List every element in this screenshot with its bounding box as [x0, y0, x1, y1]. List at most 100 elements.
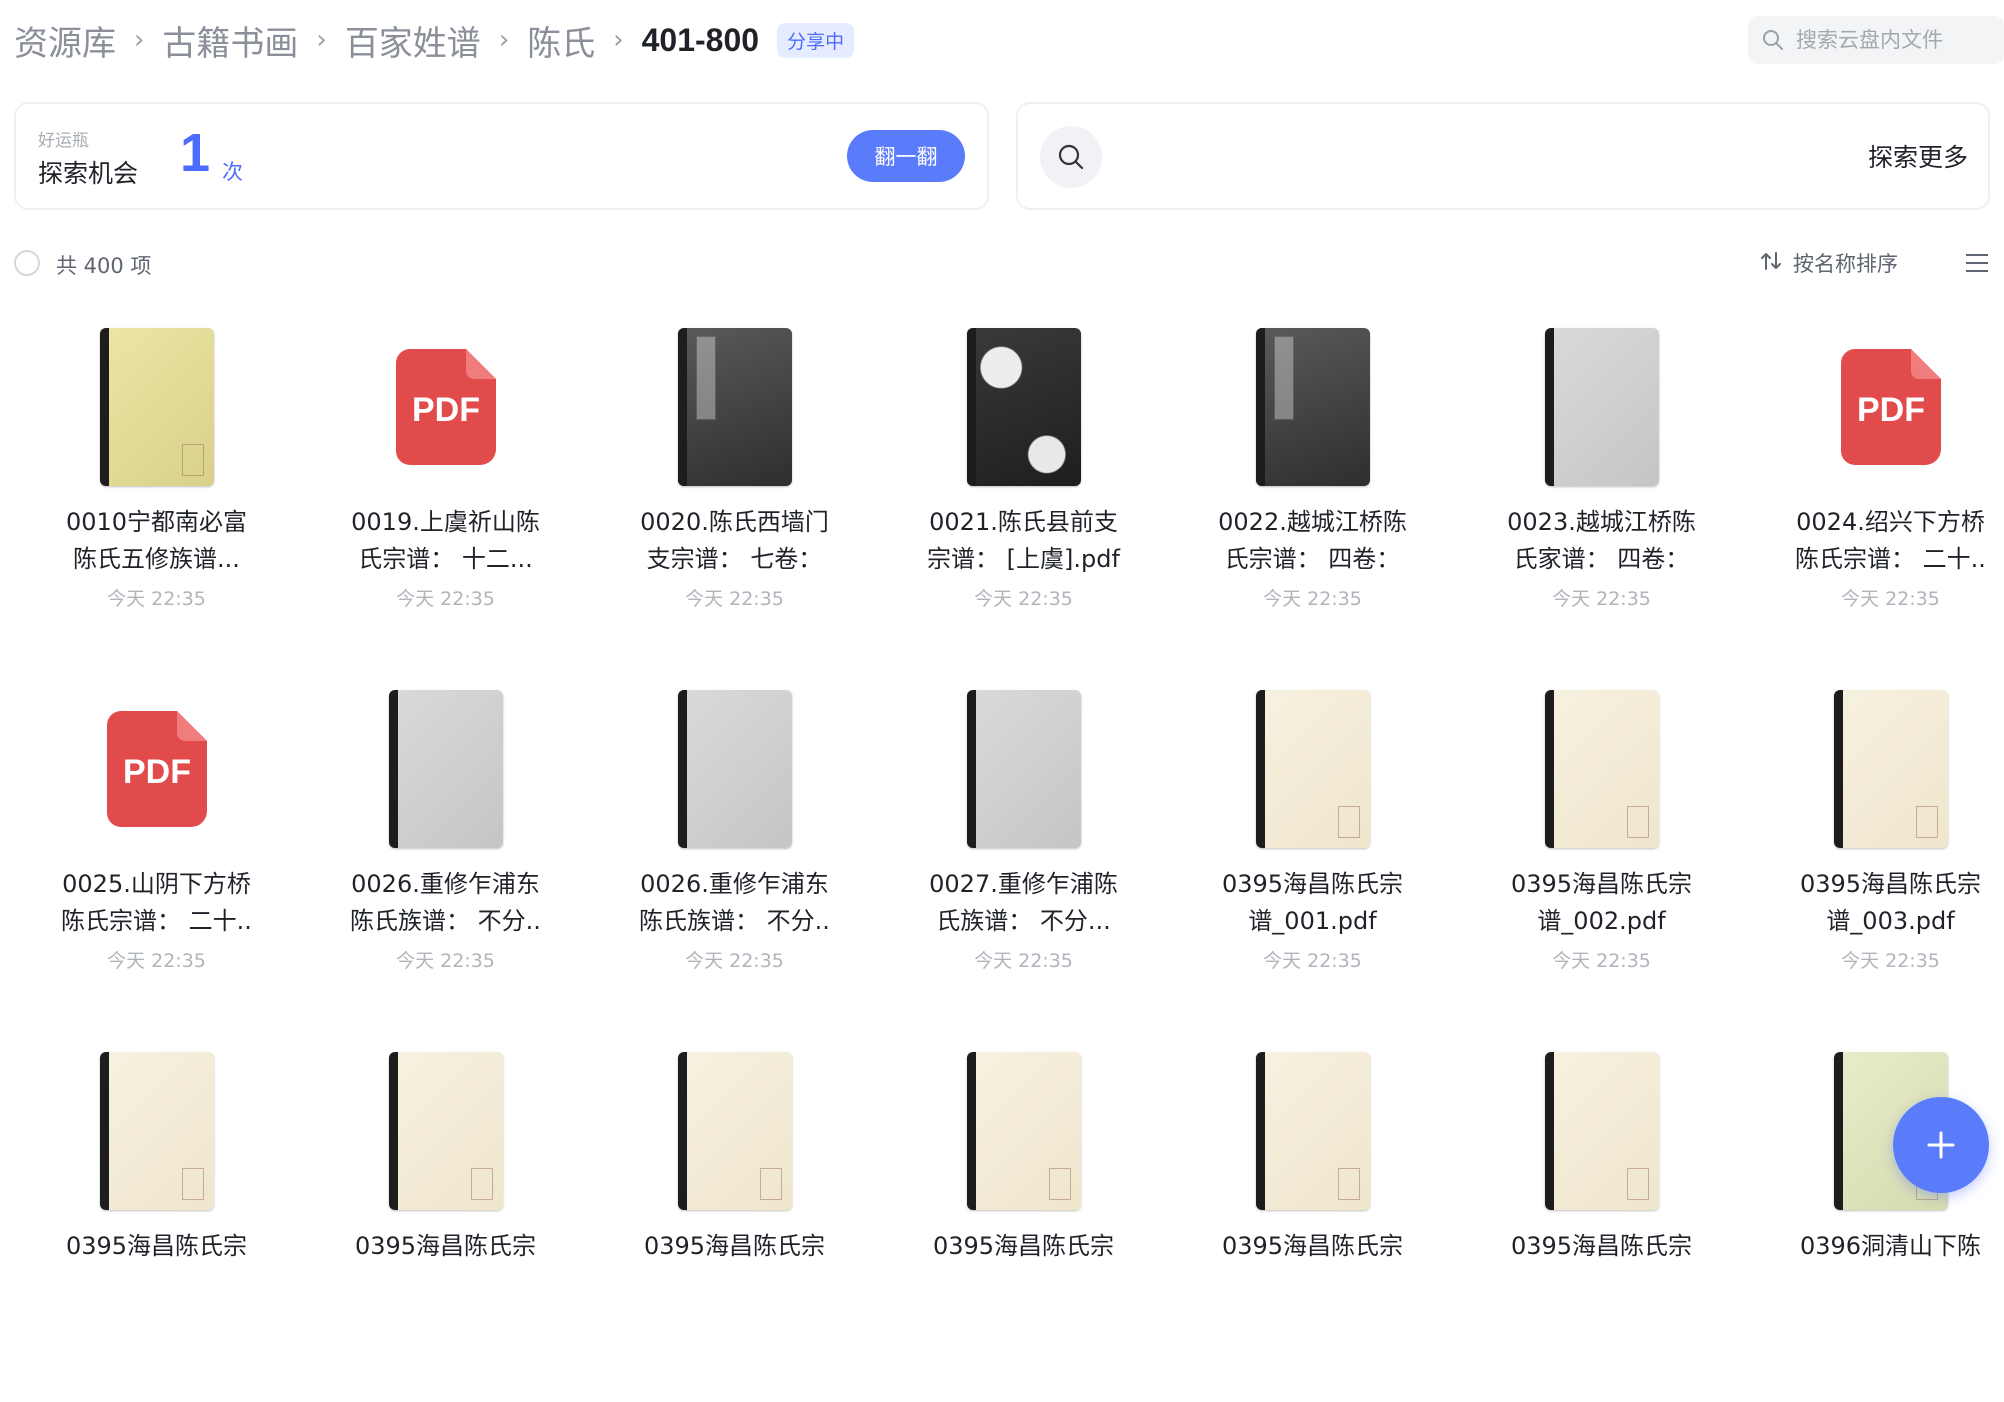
file-item[interactable]: 0023.越城江桥陈氏家谱： 四卷： .. 今天 22:35 [1457, 316, 1746, 678]
file-item[interactable]: 0395海昌陈氏宗 [590, 1040, 879, 1402]
search-input[interactable] [1794, 27, 1988, 53]
file-thumbnail[interactable] [1746, 678, 2004, 860]
file-thumbnail[interactable] [1457, 316, 1746, 498]
file-name[interactable]: 0023.越城江桥陈氏家谱： 四卷： .. [1504, 504, 1700, 578]
file-name[interactable]: 0395海昌陈氏宗 [637, 1228, 833, 1302]
file-name[interactable]: 0020.陈氏西墙门支宗谱： 七卷： .. [637, 504, 833, 578]
file-item[interactable]: 0395海昌陈氏宗谱_003.pdf 今天 22:35 [1746, 678, 2004, 1040]
file-name[interactable]: 0021.陈氏县前支宗谱： [上虞].pdf [926, 504, 1122, 578]
select-all-checkbox[interactable] [14, 250, 40, 276]
file-name[interactable]: 0026.重修乍浦东陈氏族谱： 不分.. [637, 866, 833, 940]
document-thumbnail-image [966, 328, 1081, 486]
explore-chance-count: 1 [180, 123, 211, 183]
file-item[interactable]: 0395海昌陈氏宗 [12, 1040, 301, 1402]
file-item[interactable]: 0021.陈氏县前支宗谱： [上虞].pdf 今天 22:35 [879, 316, 1168, 678]
file-item[interactable]: PDF 0025.山阴下方桥陈氏宗谱： 二十.. 今天 22:35 [12, 678, 301, 1040]
file-item[interactable]: 0395海昌陈氏宗 [879, 1040, 1168, 1402]
title-label-strip [1273, 336, 1294, 420]
file-name[interactable]: 0025.山阴下方桥陈氏宗谱： 二十.. [59, 866, 255, 940]
file-thumbnail[interactable] [1168, 316, 1457, 498]
file-name[interactable]: 0395海昌陈氏宗谱_002.pdf [1504, 866, 1700, 940]
file-name[interactable]: 0395海昌陈氏宗 [1215, 1228, 1411, 1302]
file-thumbnail[interactable] [1457, 678, 1746, 860]
breadcrumb-item-chen[interactable]: 陈氏 [527, 16, 595, 65]
file-modified-time: 今天 22:35 [107, 950, 206, 972]
file-item[interactable]: PDF 0024.绍兴下方桥陈氏宗谱： 二十.. 今天 22:35 [1746, 316, 2004, 678]
file-item[interactable]: 0026.重修乍浦东陈氏族谱： 不分.. 今天 22:35 [301, 678, 590, 1040]
view-menu-icon[interactable] [1964, 252, 1990, 278]
file-modified-time: 今天 22:35 [974, 588, 1073, 610]
file-thumbnail[interactable] [301, 1040, 590, 1222]
title-label-strip [695, 336, 716, 420]
file-item[interactable]: 0020.陈氏西墙门支宗谱： 七卷： .. 今天 22:35 [590, 316, 879, 678]
file-thumbnail[interactable]: PDF [301, 316, 590, 498]
file-name[interactable]: 0396洞清山下陈 [1793, 1228, 1989, 1302]
file-item[interactable]: 0395海昌陈氏宗 [1168, 1040, 1457, 1402]
file-thumbnail[interactable] [12, 1040, 301, 1222]
file-thumbnail[interactable] [1168, 678, 1457, 860]
file-thumbnail[interactable] [590, 316, 879, 498]
file-thumbnail[interactable]: PDF [1746, 316, 2004, 498]
sort-by-name-button[interactable]: 按名称排序 [1759, 248, 1898, 278]
document-thumbnail-image [1833, 690, 1948, 848]
file-name[interactable]: 0019.上虞祈山陈氏宗谱： 十二... [348, 504, 544, 578]
breadcrumb-item-ancient-books[interactable]: 古籍书画 [162, 16, 298, 65]
file-modified-time: 今天 22:35 [1841, 950, 1940, 972]
add-button[interactable] [1893, 1097, 1989, 1193]
breadcrumb: 资源库 › 古籍书画 › 百家姓谱 › 陈氏 › 401-800 分享中 [14, 14, 855, 66]
file-thumbnail[interactable] [879, 678, 1168, 860]
seal-stamp [1337, 1168, 1360, 1200]
file-item[interactable]: 0395海昌陈氏宗谱_002.pdf 今天 22:35 [1457, 678, 1746, 1040]
explore-more-card[interactable]: 探索更多 [1016, 102, 1990, 210]
file-name[interactable]: 0027.重修乍浦陈氏族谱： 不分... [926, 866, 1122, 940]
breadcrumb-separator: › [316, 25, 327, 55]
document-thumbnail-image [1544, 1052, 1659, 1210]
file-thumbnail[interactable] [590, 678, 879, 860]
file-thumbnail[interactable] [879, 1040, 1168, 1222]
file-name[interactable]: 0024.绍兴下方桥陈氏宗谱： 二十.. [1793, 504, 1989, 578]
file-item[interactable]: 0027.重修乍浦陈氏族谱： 不分... 今天 22:35 [879, 678, 1168, 1040]
file-item[interactable]: 0026.重修乍浦东陈氏族谱： 不分.. 今天 22:35 [590, 678, 879, 1040]
file-item[interactable]: 0010宁都南必富陈氏五修族谱... 今天 22:35 [12, 316, 301, 678]
file-name[interactable]: 0026.重修乍浦东陈氏族谱： 不分.. [348, 866, 544, 940]
pdf-label: PDF [1857, 391, 1925, 429]
explore-icon[interactable] [1040, 126, 1102, 188]
file-item[interactable]: 0395海昌陈氏宗 [301, 1040, 590, 1402]
file-thumbnail[interactable]: PDF [12, 678, 301, 860]
lucky-bottle-title: 好运瓶 [38, 131, 89, 151]
file-name[interactable]: 0010宁都南必富陈氏五修族谱... [59, 504, 255, 578]
explore-more-link[interactable]: 探索更多 [1868, 138, 1968, 174]
document-thumbnail-image [99, 1052, 214, 1210]
file-item[interactable]: 0396洞清山下陈 [1746, 1040, 2004, 1402]
file-thumbnail[interactable] [590, 1040, 879, 1222]
file-name[interactable]: 0395海昌陈氏宗 [348, 1228, 544, 1302]
file-modified-time: 今天 22:35 [396, 588, 495, 610]
breadcrumb-item-library[interactable]: 资源库 [14, 16, 116, 65]
flip-button[interactable]: 翻一翻 [847, 130, 965, 182]
document-thumbnail-image [966, 690, 1081, 848]
file-name[interactable]: 0395海昌陈氏宗 [1504, 1228, 1700, 1302]
explore-chance-unit: 次 [222, 160, 243, 184]
file-item[interactable]: 0395海昌陈氏宗谱_001.pdf 今天 22:35 [1168, 678, 1457, 1040]
file-item[interactable]: 0022.越城江桥陈氏宗谱： 四卷： .. 今天 22:35 [1168, 316, 1457, 678]
file-thumbnail[interactable] [1457, 1040, 1746, 1222]
document-thumbnail-image [1255, 1052, 1370, 1210]
search-box[interactable] [1748, 16, 2004, 64]
file-modified-time: 今天 22:35 [685, 950, 784, 972]
seal-stamp [1626, 806, 1649, 838]
file-name[interactable]: 0395海昌陈氏宗谱_003.pdf [1793, 866, 1989, 940]
breadcrumb-separator: › [498, 25, 510, 55]
file-thumbnail[interactable] [879, 316, 1168, 498]
document-thumbnail-image [388, 1052, 503, 1210]
document-thumbnail-image [677, 1052, 792, 1210]
file-item[interactable]: PDF 0019.上虞祈山陈氏宗谱： 十二... 今天 22:35 [301, 316, 590, 678]
breadcrumb-item-surnames[interactable]: 百家姓谱 [345, 16, 481, 65]
file-name[interactable]: 0395海昌陈氏宗谱_001.pdf [1215, 866, 1411, 940]
file-item[interactable]: 0395海昌陈氏宗 [1457, 1040, 1746, 1402]
file-thumbnail[interactable] [12, 316, 301, 498]
file-thumbnail[interactable] [301, 678, 590, 860]
file-thumbnail[interactable] [1168, 1040, 1457, 1222]
file-name[interactable]: 0395海昌陈氏宗 [926, 1228, 1122, 1302]
file-name[interactable]: 0395海昌陈氏宗 [59, 1228, 255, 1302]
file-name[interactable]: 0022.越城江桥陈氏宗谱： 四卷： .. [1215, 504, 1411, 578]
